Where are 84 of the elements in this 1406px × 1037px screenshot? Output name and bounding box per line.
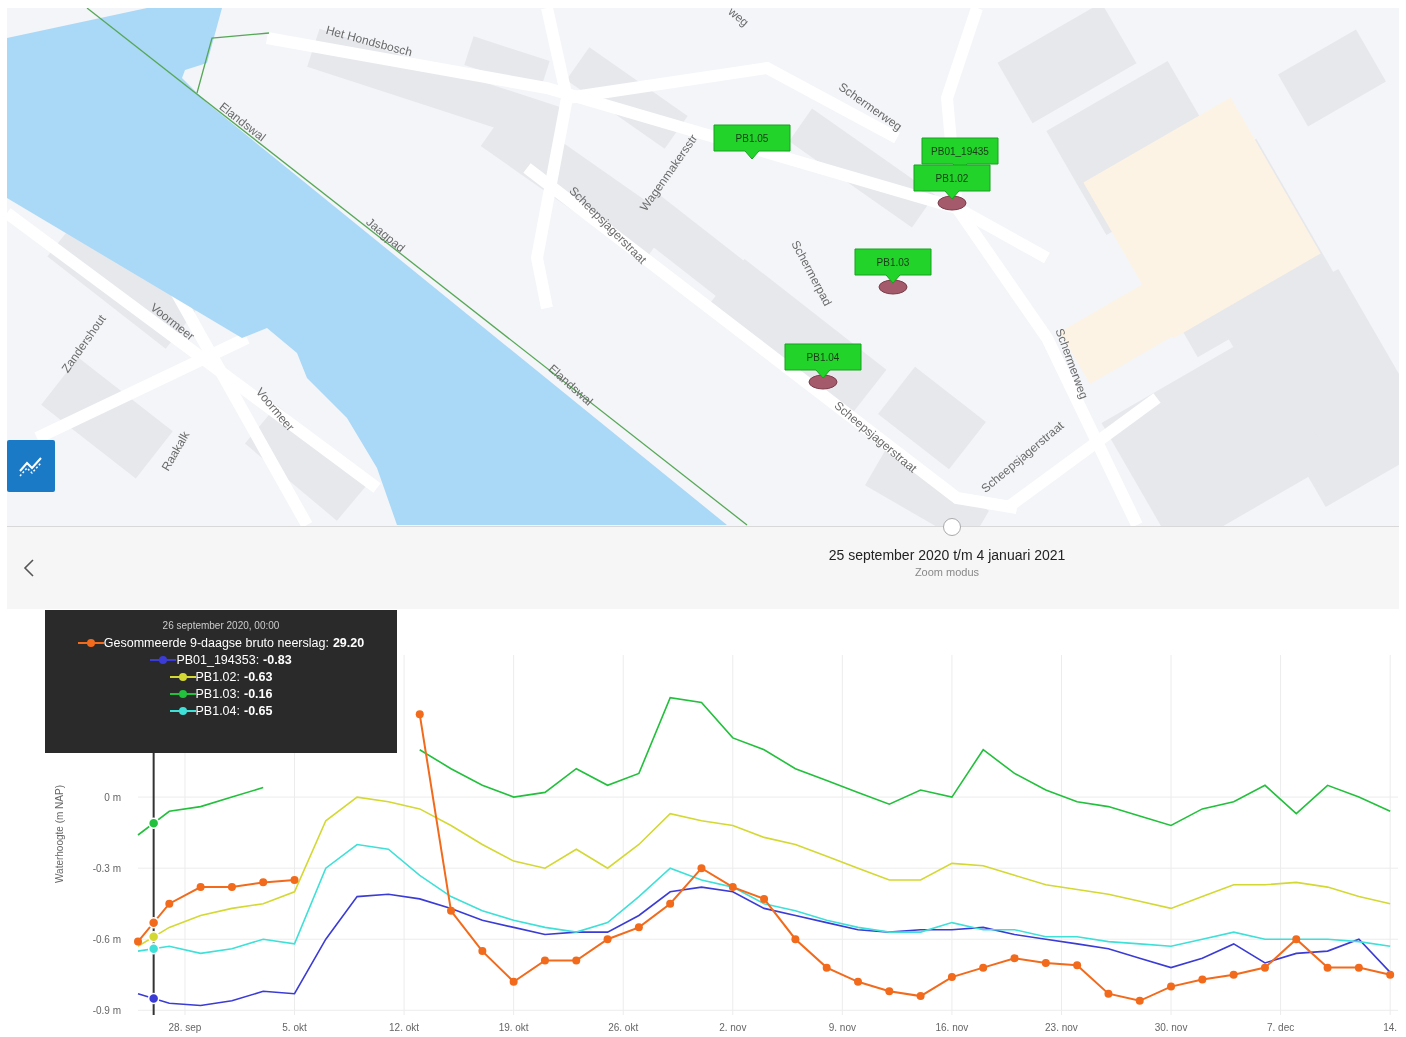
zoom-mode-label: Zoom modus — [913, 566, 981, 578]
hover-marker — [147, 942, 160, 955]
y-axis-label: -0.6 m — [92, 934, 121, 946]
tooltip-series-name: PB1.04: — [195, 704, 240, 718]
tooltip-series-name: PB1.02: — [195, 670, 240, 684]
tooltip-value: -0.65 — [244, 704, 273, 718]
chart-toggle-button[interactable] — [7, 440, 55, 492]
data-point — [979, 963, 988, 972]
x-axis-label: 30. nov — [1154, 1022, 1188, 1033]
line-chart-icon — [18, 455, 44, 477]
data-point — [1010, 954, 1019, 963]
data-point — [1167, 982, 1176, 991]
data-point — [634, 923, 643, 932]
data-point — [728, 883, 737, 892]
map-marker[interactable]: PB1.04 — [784, 343, 862, 379]
data-point — [1135, 996, 1144, 1005]
tooltip-value: -0.16 — [244, 687, 273, 701]
hover-marker — [147, 931, 160, 943]
data-point — [259, 878, 268, 887]
data-point — [1104, 989, 1113, 998]
data-point — [666, 899, 675, 908]
data-point — [290, 876, 299, 884]
data-point — [1292, 935, 1301, 944]
location-pin[interactable] — [808, 374, 838, 390]
data-point — [165, 899, 174, 908]
data-point — [760, 894, 769, 903]
date-range-title: 25 september 2020 t/m 4 januari 2021 — [827, 547, 1067, 563]
x-axis-label: 7. dec — [1267, 1022, 1295, 1033]
data-point — [603, 935, 612, 944]
data-point — [885, 987, 894, 996]
data-point — [854, 977, 862, 986]
data-point — [227, 883, 236, 892]
data-point — [697, 864, 706, 873]
data-point — [478, 947, 487, 956]
x-axis-label: 19. okt — [498, 1022, 529, 1033]
map-marker[interactable]: PB1.02 — [913, 164, 991, 200]
data-point — [1198, 975, 1207, 984]
data-point — [540, 956, 549, 965]
x-axis-label: 9. nov — [828, 1022, 856, 1033]
data-point — [572, 956, 581, 965]
data-point — [1323, 963, 1332, 972]
x-axis-label: 12. okt — [389, 1022, 420, 1033]
hover-marker — [147, 817, 160, 829]
tooltip-series-name: Gesommeerde 9-daagse bruto neerslag: — [103, 636, 329, 650]
hover-marker — [147, 916, 160, 929]
data-point — [196, 883, 205, 892]
x-axis-label: 26. okt — [608, 1022, 639, 1033]
data-point — [947, 973, 956, 982]
location-pin[interactable] — [878, 279, 908, 295]
y-axis-label: 0 m — [104, 792, 121, 804]
tooltip-value: 29.20 — [332, 636, 365, 650]
data-point — [415, 710, 424, 719]
data-point — [1073, 961, 1082, 970]
x-axis-label: 5. okt — [282, 1022, 307, 1033]
x-axis-label: 23. nov — [1045, 1022, 1078, 1033]
data-point — [1041, 958, 1050, 967]
hover-marker — [147, 992, 160, 1005]
location-pin[interactable] — [937, 195, 967, 211]
data-point — [1229, 970, 1238, 979]
chevron-left-icon — [23, 558, 35, 578]
street-label: weg — [725, 8, 752, 30]
data-point — [134, 937, 142, 946]
data-point — [1354, 963, 1363, 972]
x-axis-label: 28. sep — [168, 1022, 202, 1033]
y-axis-label: -0.3 m — [92, 863, 121, 875]
data-point — [1386, 970, 1395, 979]
tooltip-series-name: PB1.03: — [195, 687, 240, 701]
x-axis-label: 14. — [1383, 1022, 1398, 1033]
tooltip-value: -0.83 — [263, 653, 292, 667]
tooltip-date: 26 september 2020, 00:00 — [162, 620, 280, 631]
x-axis-label: 2. nov — [719, 1022, 747, 1033]
data-point — [791, 935, 800, 944]
data-point — [916, 992, 925, 1001]
y-axis-title: Waterhoogte (m NAP) — [54, 785, 65, 883]
x-axis-label: 16. nov — [935, 1022, 969, 1033]
map-marker[interactable]: PB1.05 — [713, 124, 791, 160]
map-marker[interactable]: PB1.03 — [854, 248, 932, 284]
y-axis-label: -0.9 m — [92, 1005, 121, 1017]
data-point — [1260, 963, 1269, 972]
data-point — [822, 963, 831, 972]
tooltip-series-name: PB01_194353: — [176, 653, 260, 667]
data-point — [447, 906, 456, 915]
tooltip-value: -0.63 — [244, 670, 273, 684]
data-point — [509, 977, 518, 986]
